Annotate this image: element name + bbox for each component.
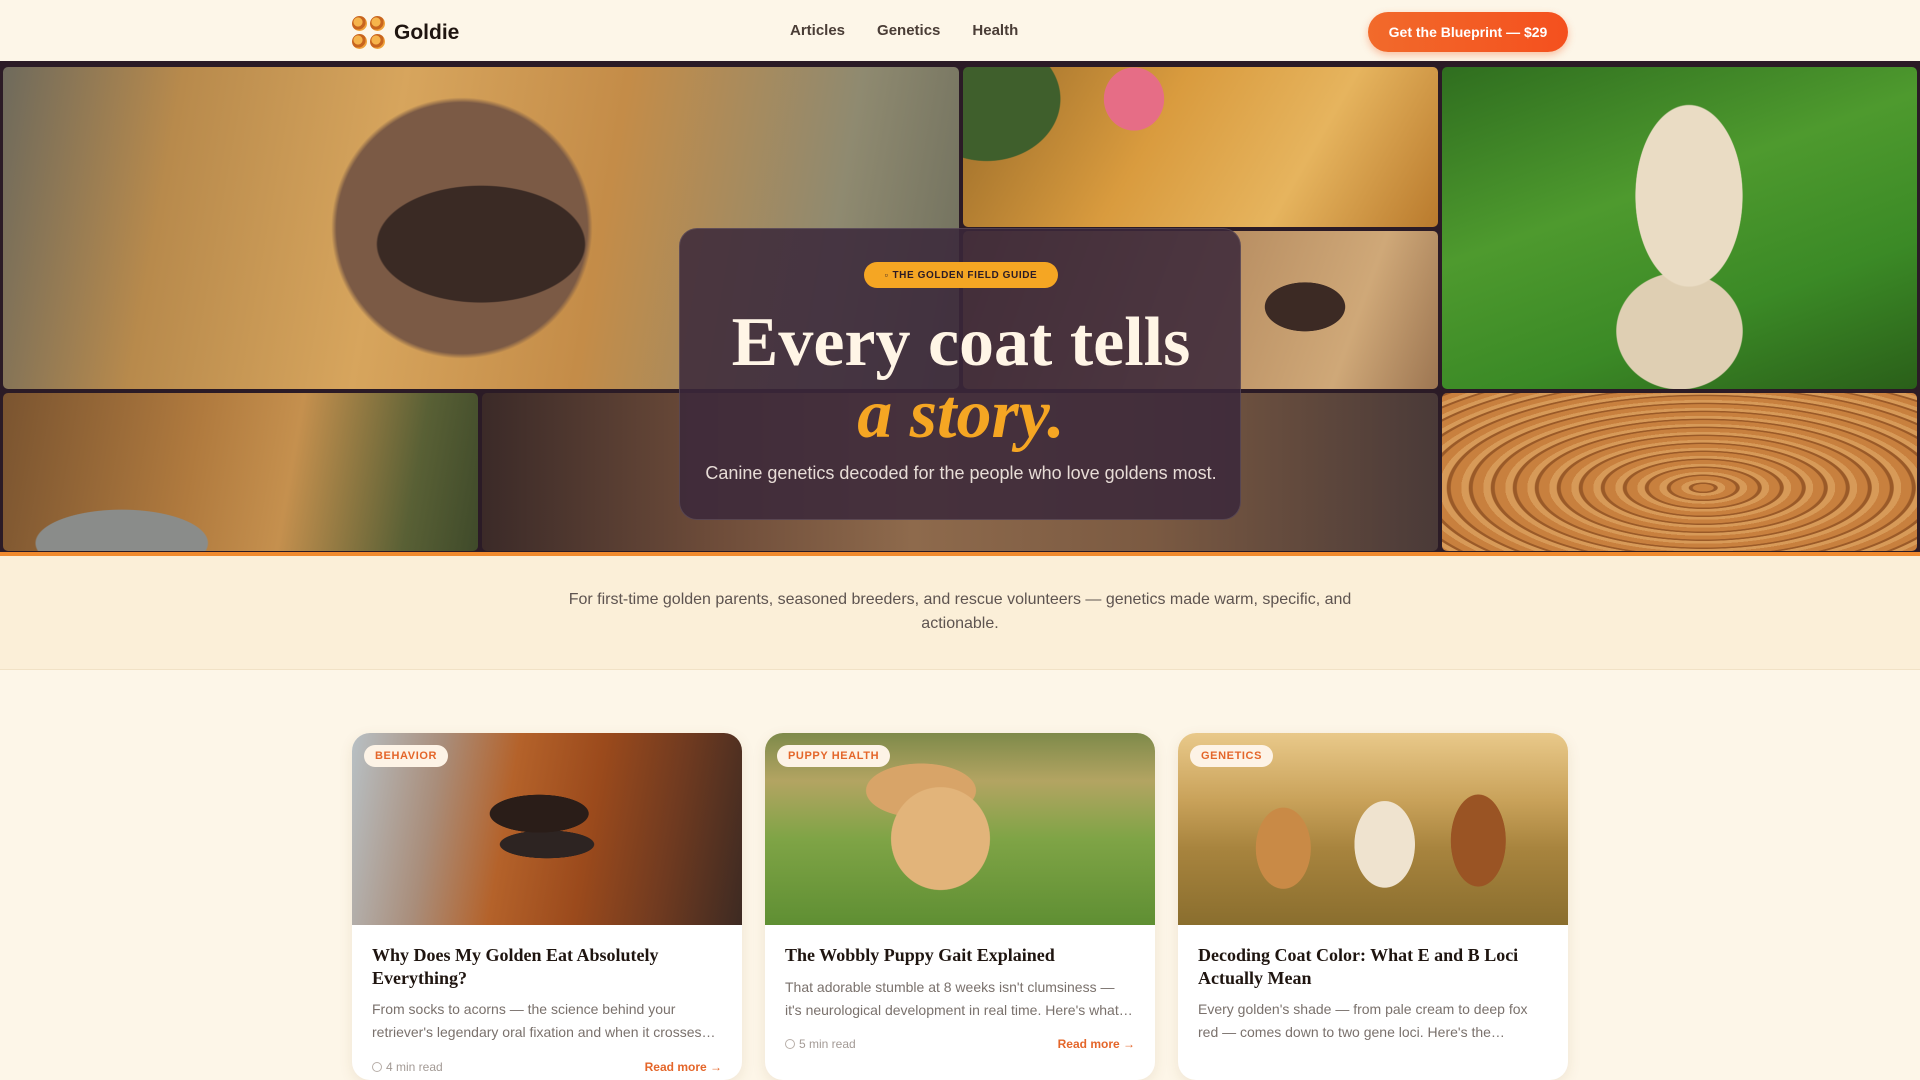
guide-badge-label: THE GOLDEN FIELD GUIDE (892, 269, 1038, 281)
nav-link-genetics[interactable]: Genetics (877, 22, 940, 39)
hero-headline-card: ▫ THE GOLDEN FIELD GUIDE Every coat tell… (679, 228, 1241, 520)
puppy-litter-photo (1442, 393, 1917, 551)
article-excerpt: That adorable stumble at 8 weeks isn't c… (785, 979, 1133, 1018)
golden-tongue-photo (963, 67, 1438, 227)
read-more-link[interactable]: Read more → (1058, 1037, 1135, 1051)
category-tag: GENETICS (1190, 745, 1274, 767)
read-time-label: 5 min read (799, 1037, 856, 1051)
article-excerpt: Every golden's shade — from pale cream t… (1198, 1001, 1528, 1040)
read-more-link[interactable]: Read more → (645, 1060, 722, 1074)
golden-running-photo (1442, 67, 1917, 389)
guide-badge: ▫ THE GOLDEN FIELD GUIDE (864, 262, 1058, 288)
article-title[interactable]: The Wobbly Puppy Gait Explained (785, 944, 1135, 967)
category-tag: PUPPY HEALTH (777, 745, 891, 767)
article-excerpt: From socks to acorns — the science behin… (372, 1001, 716, 1040)
clock-icon (785, 1039, 795, 1049)
book-icon: ▫ (884, 270, 889, 280)
article-card[interactable]: PUPPY HEALTH The Wobbly Puppy Gait Expla… (765, 733, 1155, 1080)
hero-title-line2: a story. (857, 376, 1065, 453)
main-nav: Articles Genetics Health (790, 22, 1018, 39)
article-title[interactable]: Decoding Coat Color: What E and B Loci A… (1198, 944, 1548, 990)
brand-name: Goldie (394, 21, 460, 44)
clock-icon (372, 1062, 382, 1072)
nav-link-health[interactable]: Health (972, 22, 1018, 39)
get-blueprint-button[interactable]: Get the Blueprint — $29 (1368, 12, 1568, 52)
read-time: 4 min read (372, 1060, 443, 1074)
article-card[interactable]: GENETICS Decoding Coat Color: What E and… (1178, 733, 1568, 1080)
read-time-label: 4 min read (386, 1060, 443, 1074)
brand-logo-link[interactable]: Goldie (352, 16, 459, 50)
intro-text: For first-time golden parents, seasoned … (568, 591, 1352, 632)
hero-subtitle: Canine genetics decoded for the people w… (705, 463, 1217, 483)
top-navigation-bar: Goldie Articles Genetics Health Get the … (0, 0, 1920, 64)
read-time: 5 min read (785, 1037, 856, 1051)
intro-strip: For first-time golden parents, seasoned … (0, 556, 1920, 670)
nav-link-articles[interactable]: Articles (790, 22, 845, 39)
hero-title-line1: Every coat tells (731, 304, 1191, 381)
article-card[interactable]: BEHAVIOR Why Does My Golden Eat Absolute… (352, 733, 742, 1080)
sleeping-puppy-photo (3, 393, 478, 551)
category-tag: BEHAVIOR (364, 745, 449, 767)
article-title[interactable]: Why Does My Golden Eat Absolutely Everyt… (372, 944, 722, 990)
paw-logo-icon (352, 16, 386, 50)
hero-photo-mosaic: ▫ THE GOLDEN FIELD GUIDE Every coat tell… (0, 64, 1920, 554)
